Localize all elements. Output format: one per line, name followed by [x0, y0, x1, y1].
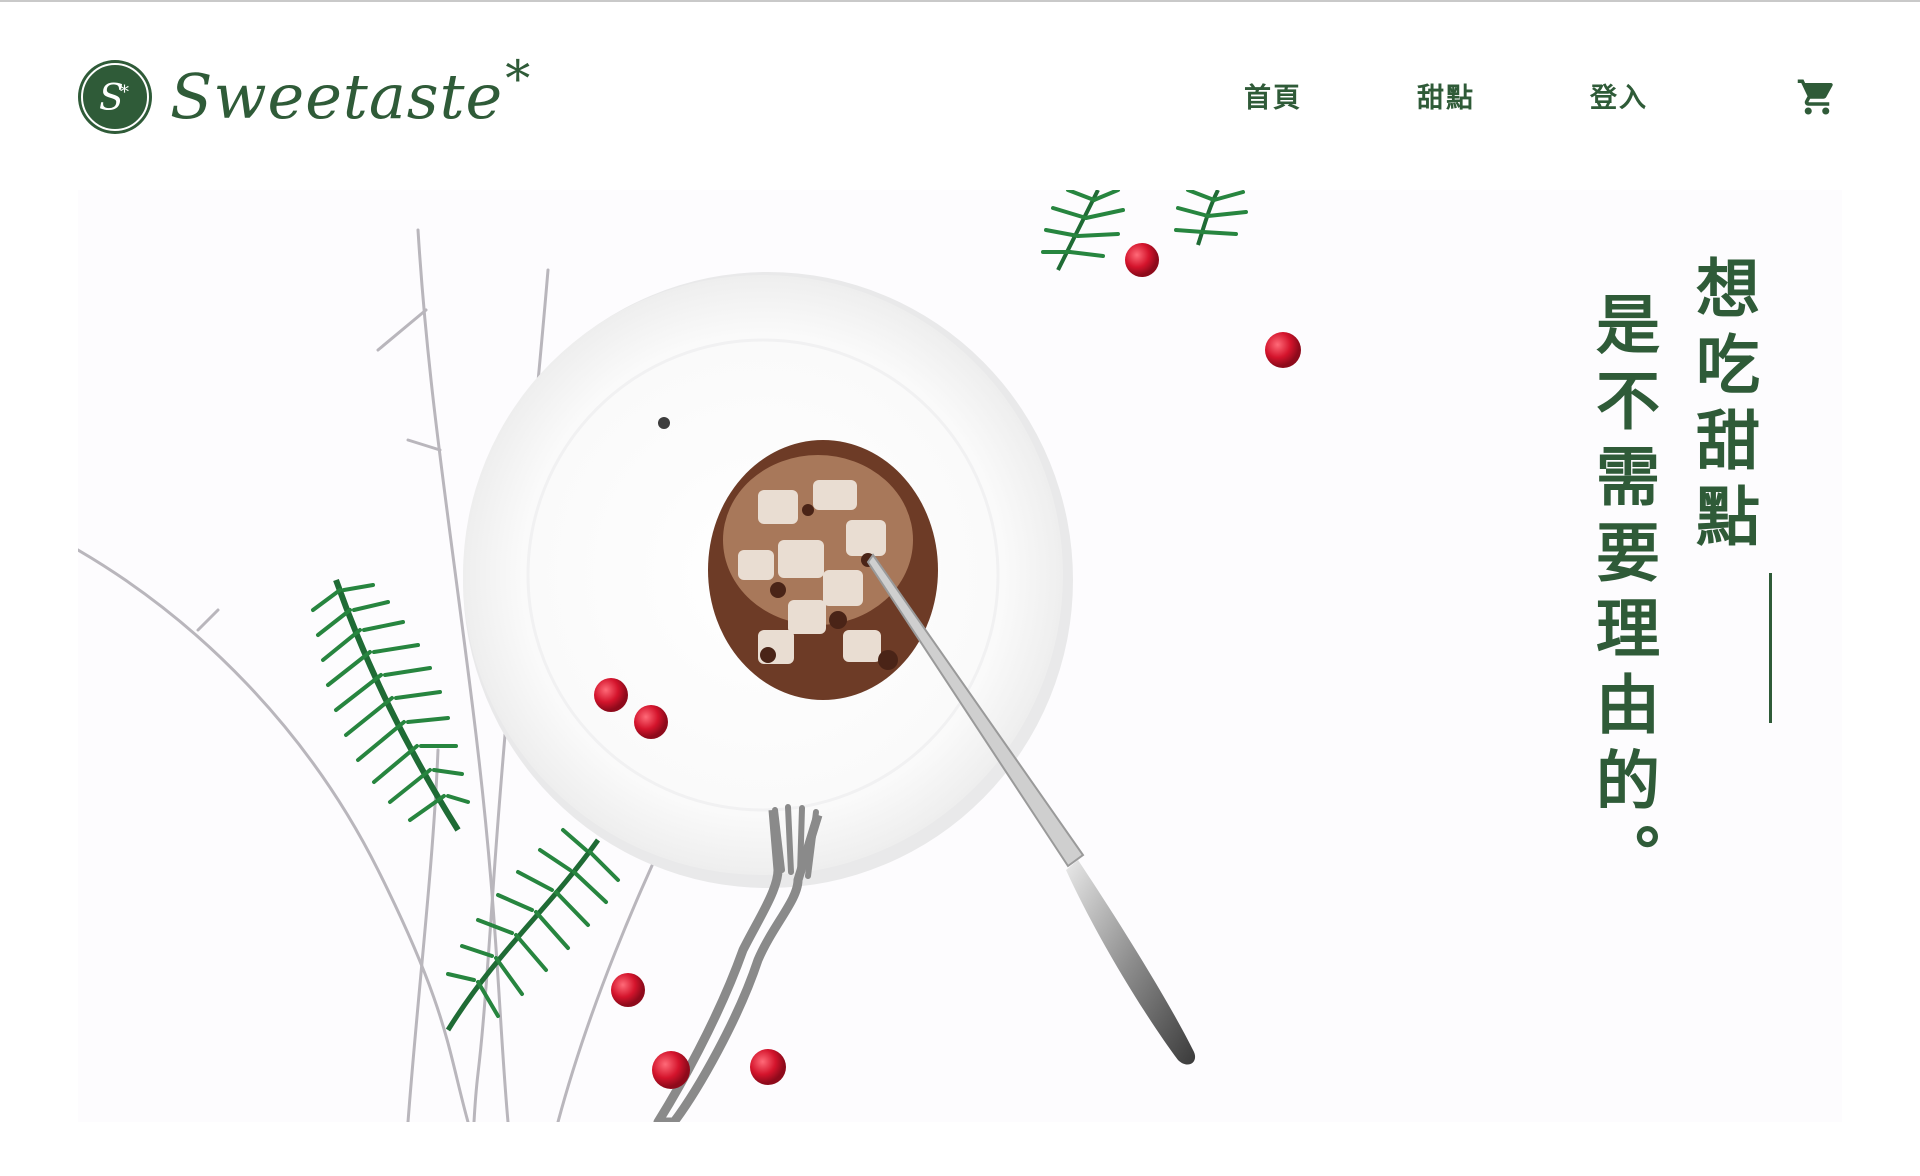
pine-branch-left	[311, 578, 470, 832]
logo-badge-icon: S *	[78, 60, 152, 134]
tagline-text-1: 想吃甜點	[1685, 255, 1760, 559]
nav-desserts[interactable]: 甜點	[1417, 76, 1590, 115]
tagline-line1: 想吃甜點	[1672, 255, 1772, 899]
shopping-cart-icon[interactable]	[1796, 76, 1838, 118]
page: S * Sweetaste * 首頁 甜點 登入 想吃甜點 是不需要理由的。	[0, 0, 1920, 1176]
brand-name: Sweetaste	[170, 60, 504, 133]
nav-home[interactable]: 首頁	[1244, 76, 1417, 115]
main-nav: 首頁 甜點 登入	[1244, 76, 1763, 115]
brand-star-mark: *	[505, 50, 531, 108]
site-header: S * Sweetaste * 首頁 甜點 登入	[0, 2, 1920, 190]
brand-logo[interactable]: S * Sweetaste *	[78, 50, 530, 137]
hero-tagline: 想吃甜點 是不需要理由的。	[1572, 255, 1772, 899]
tagline-line2: 是不需要理由的。	[1585, 291, 1660, 899]
tagline-dash	[1769, 573, 1772, 723]
dessert-cake	[708, 440, 938, 700]
svg-text:*: *	[120, 82, 129, 103]
hero-banner: 想吃甜點 是不需要理由的。	[78, 190, 1842, 1122]
pine-branch-lower	[445, 828, 620, 1032]
nav-login[interactable]: 登入	[1590, 76, 1763, 115]
